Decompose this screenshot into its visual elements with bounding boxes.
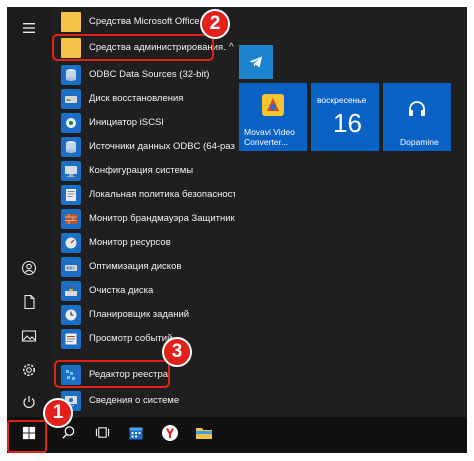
odbc-icon xyxy=(61,64,81,85)
task-scheduler-icon xyxy=(61,304,81,325)
telegram-icon xyxy=(248,54,264,75)
odbc-icon xyxy=(61,136,81,157)
list-item-event-viewer[interactable]: Просмотр событий xyxy=(51,327,237,350)
yandex-browser-icon xyxy=(161,424,179,447)
app-label: Источники данных ODBC (64-раз... xyxy=(89,141,235,152)
documents-button[interactable] xyxy=(7,287,51,321)
task-view-icon xyxy=(95,425,110,445)
app-label: Монитор брандмауэра Защитник... xyxy=(89,213,235,224)
list-item-odbc-64[interactable]: Источники данных ODBC (64-раз... xyxy=(51,135,237,158)
list-item-system-config[interactable]: Конфигурация системы xyxy=(51,159,237,182)
start-left-rail xyxy=(7,7,51,417)
tile-label: Movavi Video Converter... xyxy=(244,127,295,147)
resource-monitor-icon xyxy=(61,232,81,253)
list-item-security-policy[interactable]: Локальная политика безопасности xyxy=(51,183,237,206)
iscsi-icon xyxy=(61,112,81,133)
taskbar-calendar-app[interactable] xyxy=(119,417,153,453)
firewall-icon xyxy=(61,208,81,229)
app-label: Планировщик заданий xyxy=(89,309,190,320)
tile-calendar[interactable]: воскресенье 16 xyxy=(311,83,379,151)
chevron-up-icon: ^ xyxy=(229,42,234,53)
calendar-icon xyxy=(128,425,144,446)
hamburger-icon xyxy=(21,20,37,41)
app-label: Диск восстановления xyxy=(89,93,184,104)
callout-step-2: 2 xyxy=(200,9,230,39)
highlight-registry-editor xyxy=(54,360,170,388)
power-icon xyxy=(21,394,37,415)
tiles-area: Movavi Video Converter... воскресенье 16… xyxy=(237,7,467,417)
app-label: Монитор ресурсов xyxy=(89,237,171,248)
list-item-odbc-32[interactable]: ODBC Data Sources (32-bit) xyxy=(51,63,237,86)
app-label: Просмотр событий xyxy=(89,333,173,344)
tile-telegram[interactable] xyxy=(239,45,273,79)
list-item-disk-cleanup[interactable]: Очистка диска xyxy=(51,279,237,302)
callout-step-3: 3 xyxy=(162,337,192,367)
document-icon xyxy=(21,294,37,315)
search-icon xyxy=(61,425,76,445)
movavi-icon xyxy=(261,93,285,122)
picture-icon xyxy=(21,328,37,349)
account-button[interactable] xyxy=(7,253,51,287)
list-item-system-info[interactable]: Сведения о системе xyxy=(51,389,237,412)
taskbar xyxy=(7,417,467,453)
list-item-firewall-monitor[interactable]: Монитор брандмауэра Защитник... xyxy=(51,207,237,230)
recovery-drive-icon xyxy=(61,88,81,109)
tile-label: Dopamine xyxy=(400,137,439,147)
defrag-icon xyxy=(61,256,81,277)
app-label: Конфигурация системы xyxy=(89,165,194,176)
app-list: Средства Microsoft Office Средства админ… xyxy=(51,7,237,417)
highlight-start-button xyxy=(7,420,47,453)
headphones-icon xyxy=(407,99,427,124)
tile-movavi[interactable]: Movavi Video Converter... xyxy=(239,83,307,151)
list-item-defrag[interactable]: Оптимизация дисков xyxy=(51,255,237,278)
pictures-button[interactable] xyxy=(7,321,51,355)
app-label: Инициатор iSCSI xyxy=(89,117,164,128)
disk-cleanup-icon xyxy=(61,280,81,301)
settings-button[interactable] xyxy=(7,355,51,389)
folder-icon xyxy=(61,11,81,32)
tile-dopamine[interactable]: Dopamine xyxy=(383,83,451,151)
hamburger-menu-button[interactable] xyxy=(7,13,51,47)
file-explorer-icon xyxy=(195,425,213,446)
task-view-button[interactable] xyxy=(85,417,119,453)
taskbar-file-explorer[interactable] xyxy=(187,417,221,453)
gear-icon xyxy=(21,362,37,383)
calendar-day-name: воскресенье xyxy=(317,95,367,105)
app-label: Оптимизация дисков xyxy=(89,261,182,272)
security-policy-icon xyxy=(61,184,81,205)
callout-step-1: 1 xyxy=(43,398,73,428)
user-icon xyxy=(21,260,37,281)
list-item-iscsi[interactable]: Инициатор iSCSI xyxy=(51,111,237,134)
list-item-recovery-drive[interactable]: Диск восстановления xyxy=(51,87,237,110)
system-config-icon xyxy=(61,160,81,181)
app-label: ODBC Data Sources (32-bit) xyxy=(89,69,210,80)
list-item-task-scheduler[interactable]: Планировщик заданий xyxy=(51,303,237,326)
app-label: Очистка диска xyxy=(89,285,154,296)
calendar-day-number: 16 xyxy=(333,108,362,138)
taskbar-yandex-browser[interactable] xyxy=(153,417,187,453)
event-viewer-icon xyxy=(61,328,81,349)
app-label: Сведения о системе xyxy=(89,395,180,406)
highlight-admin-tools xyxy=(52,34,214,61)
app-label: Локальная политика безопасности xyxy=(89,189,235,200)
list-item-resource-monitor[interactable]: Монитор ресурсов xyxy=(51,231,237,254)
